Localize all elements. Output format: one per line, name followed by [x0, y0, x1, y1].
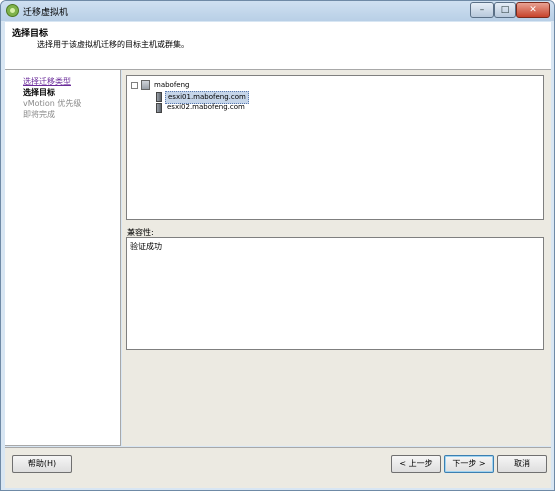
title-bar[interactable]: 迁移虚拟机 – □ ✕	[1, 1, 554, 21]
vsphere-app-icon	[6, 4, 19, 17]
tree-item-host-esxi02[interactable]: esxi02.mabofeng.com	[165, 102, 247, 113]
next-button[interactable]: 下一步 >	[444, 455, 494, 473]
minimize-button[interactable]: –	[470, 2, 494, 18]
wizard-footer: 帮助(H) < 上一步 下一步 > 取消	[1, 447, 554, 490]
step-select-migration-type[interactable]: 选择迁移类型	[23, 77, 71, 86]
host-icon	[156, 92, 162, 102]
collapse-toggle-icon[interactable]	[131, 82, 138, 89]
compatibility-panel: 验证成功	[126, 237, 544, 350]
wizard-content: mabofeng esxi01.mabofeng.com esxi02.mabo…	[122, 70, 551, 446]
step-vmotion-priority: vMotion 优先级	[23, 99, 82, 108]
page-title: 选择目标	[12, 29, 49, 39]
cancel-button[interactable]: 取消	[497, 455, 547, 473]
wizard-header: 选择目标 选择用于该虚拟机迁移的目标主机或群集。	[5, 22, 551, 70]
step-ready-to-complete: 即将完成	[23, 110, 55, 119]
compatibility-result: 验证成功	[130, 242, 162, 251]
migrate-vm-dialog: 迁移虚拟机 – □ ✕ 选择目标 选择用于该虚拟机迁移的目标主机或群集。 选择迁…	[0, 0, 555, 491]
help-button[interactable]: 帮助(H)	[12, 455, 72, 473]
close-button[interactable]: ✕	[516, 2, 550, 18]
maximize-button[interactable]: □	[494, 2, 516, 18]
host-icon	[156, 103, 162, 113]
step-select-target: 选择目标	[23, 88, 55, 97]
host-tree[interactable]: mabofeng esxi01.mabofeng.com esxi02.mabo…	[126, 75, 544, 220]
cluster-icon	[141, 80, 150, 90]
back-button[interactable]: < 上一步	[391, 455, 441, 473]
page-subtitle: 选择用于该虚拟机迁移的目标主机或群集。	[37, 40, 189, 49]
tree-item-cluster[interactable]: mabofeng	[154, 80, 190, 91]
window-title: 迁移虚拟机	[23, 8, 69, 18]
wizard-steps-nav: 选择迁移类型 选择目标 vMotion 优先级 即将完成	[5, 70, 121, 446]
